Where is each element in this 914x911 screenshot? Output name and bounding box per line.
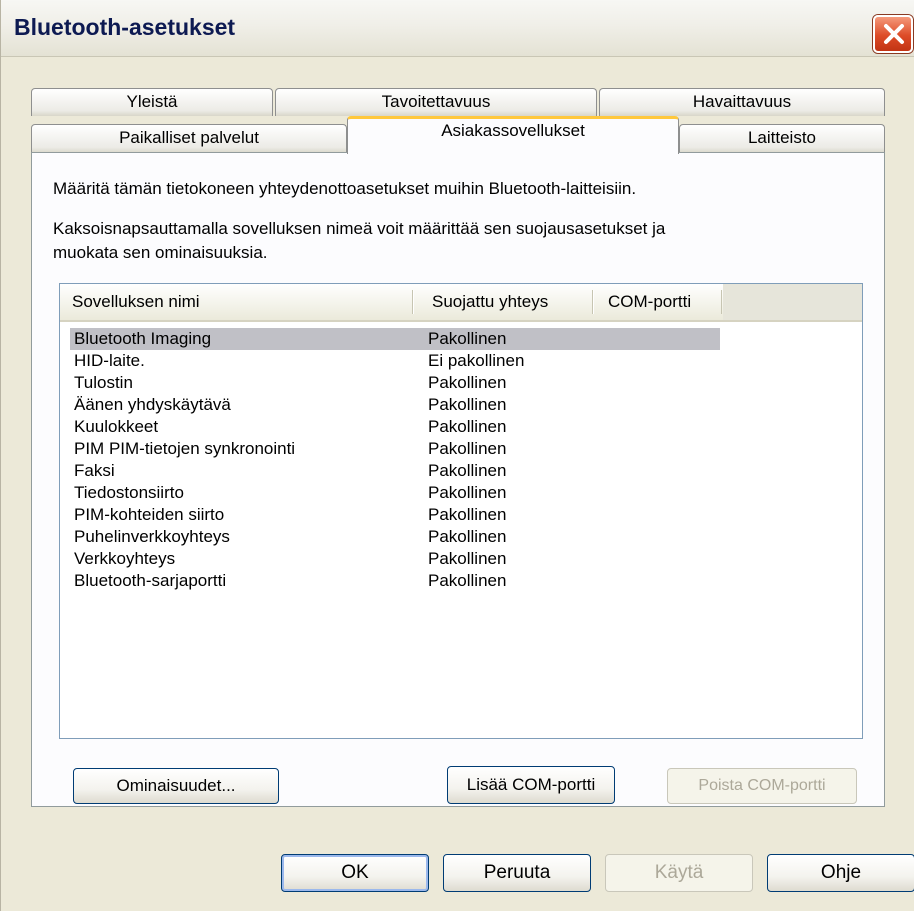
row-secure-value: Ei pakollinen bbox=[428, 351, 525, 370]
tab-label: Havaittavuus bbox=[692, 92, 792, 111]
column-divider-highlight bbox=[413, 290, 414, 314]
row-app-name: Äänen yhdyskäytävä bbox=[74, 395, 231, 414]
close-button[interactable] bbox=[873, 15, 913, 53]
row-secure-value: Pakollinen bbox=[428, 505, 507, 524]
table-row[interactable]: Verkkoyhteys Pakollinen bbox=[70, 548, 720, 570]
column-divider[interactable] bbox=[721, 290, 722, 314]
column-header-name[interactable]: Sovelluksen nimi bbox=[72, 292, 200, 312]
row-app-name: Tiedostonsiirto bbox=[74, 483, 184, 502]
tab-tavoitettavuus[interactable]: Tavoitettavuus bbox=[275, 88, 597, 116]
help-button[interactable]: Ohje bbox=[767, 854, 914, 892]
table-row[interactable]: Bluetooth Imaging Pakollinen bbox=[70, 328, 720, 350]
applications-list[interactable]: Sovelluksen nimi Suojattu yhteys COM-por… bbox=[59, 283, 863, 739]
row-secure-value: Pakollinen bbox=[428, 483, 507, 502]
window-title: Bluetooth-asetukset bbox=[14, 14, 236, 40]
row-app-name: Tulostin bbox=[74, 373, 133, 392]
header-filler bbox=[723, 284, 862, 320]
row-secure-value: Pakollinen bbox=[428, 527, 507, 546]
add-com-port-button[interactable]: Lisää COM-portti bbox=[447, 766, 615, 804]
tab-paikalliset-palvelut[interactable]: Paikalliset palvelut bbox=[31, 124, 347, 153]
row-secure-value: Pakollinen bbox=[428, 571, 507, 590]
table-row[interactable]: Kuulokkeet Pakollinen bbox=[70, 416, 720, 438]
row-app-name: Bluetooth-sarjaportti bbox=[74, 571, 227, 590]
column-divider-highlight bbox=[593, 290, 594, 314]
remove-com-port-button[interactable]: Poista COM-portti bbox=[667, 768, 857, 804]
row-secure-value: Pakollinen bbox=[428, 417, 507, 436]
row-secure-value: Pakollinen bbox=[428, 461, 507, 480]
list-header: Sovelluksen nimi Suojattu yhteys COM-por… bbox=[60, 284, 862, 322]
row-app-name: Verkkoyhteys bbox=[74, 549, 176, 568]
title-bar[interactable]: Bluetooth-asetukset bbox=[1, 0, 914, 57]
table-row[interactable]: PIM-kohteiden siirto Pakollinen bbox=[70, 504, 720, 526]
tab-asiakassovellukset[interactable]: Asiakassovellukset bbox=[347, 116, 679, 154]
column-header-secure[interactable]: Suojattu yhteys bbox=[432, 292, 548, 312]
row-app-name: PIM-kohteiden siirto bbox=[74, 505, 225, 524]
ok-button[interactable]: OK bbox=[281, 854, 429, 892]
row-app-name: Faksi bbox=[74, 461, 115, 480]
tab-label: Tavoitettavuus bbox=[381, 92, 491, 111]
row-secure-value: Pakollinen bbox=[428, 373, 507, 392]
description-text-1: Määritä tämän tietokoneen yhteydenottoas… bbox=[53, 179, 637, 198]
tab-label: Laitteisto bbox=[747, 128, 817, 147]
cancel-button[interactable]: Peruuta bbox=[443, 854, 591, 892]
tab-laitteisto[interactable]: Laitteisto bbox=[679, 124, 885, 153]
row-secure-value: Pakollinen bbox=[428, 329, 507, 348]
tab-label: Yleistä bbox=[126, 92, 178, 111]
row-app-name: Bluetooth Imaging bbox=[74, 329, 212, 348]
tab-yleista[interactable]: Yleistä bbox=[31, 88, 273, 116]
table-row[interactable]: Tulostin Pakollinen bbox=[70, 372, 720, 394]
apply-button[interactable]: Käytä bbox=[605, 854, 753, 892]
table-row[interactable]: Faksi Pakollinen bbox=[70, 460, 720, 482]
row-app-name: HID-laite. bbox=[74, 351, 145, 370]
row-secure-value: Pakollinen bbox=[428, 549, 507, 568]
row-app-name: Kuulokkeet bbox=[74, 417, 159, 436]
tab-havaittavuus[interactable]: Havaittavuus bbox=[599, 88, 885, 116]
tab-label: Paikalliset palvelut bbox=[119, 128, 259, 147]
table-row[interactable]: PIM PIM-tietojen synkronointi Pakollinen bbox=[70, 438, 720, 460]
table-row[interactable]: HID-laite. Ei pakollinen bbox=[70, 350, 720, 372]
row-app-name: Puhelinverkkoyhteys bbox=[74, 527, 230, 546]
description-text-2a: Kaksoisnapsauttamalla sovelluksen nimeä … bbox=[53, 219, 666, 238]
table-row[interactable]: Puhelinverkkoyhteys Pakollinen bbox=[70, 526, 720, 548]
tab-label: Asiakassovellukset bbox=[441, 121, 585, 140]
row-app-name: PIM PIM-tietojen synkronointi bbox=[74, 439, 296, 458]
close-icon bbox=[884, 24, 904, 44]
table-row[interactable]: Bluetooth-sarjaportti Pakollinen bbox=[70, 570, 720, 592]
properties-button[interactable]: Ominaisuudet... bbox=[73, 768, 279, 804]
table-row[interactable]: Tiedostonsiirto Pakollinen bbox=[70, 482, 720, 504]
row-secure-value: Pakollinen bbox=[428, 439, 507, 458]
bluetooth-settings-dialog: Bluetooth-asetukset Yleistä Tavoitettavu… bbox=[0, 0, 914, 911]
column-header-com-port[interactable]: COM-portti bbox=[608, 292, 691, 312]
table-row[interactable]: Äänen yhdyskäytävä Pakollinen bbox=[70, 394, 720, 416]
row-secure-value: Pakollinen bbox=[428, 395, 507, 414]
description-text-2b: muokata sen ominaisuuksia. bbox=[53, 243, 268, 262]
